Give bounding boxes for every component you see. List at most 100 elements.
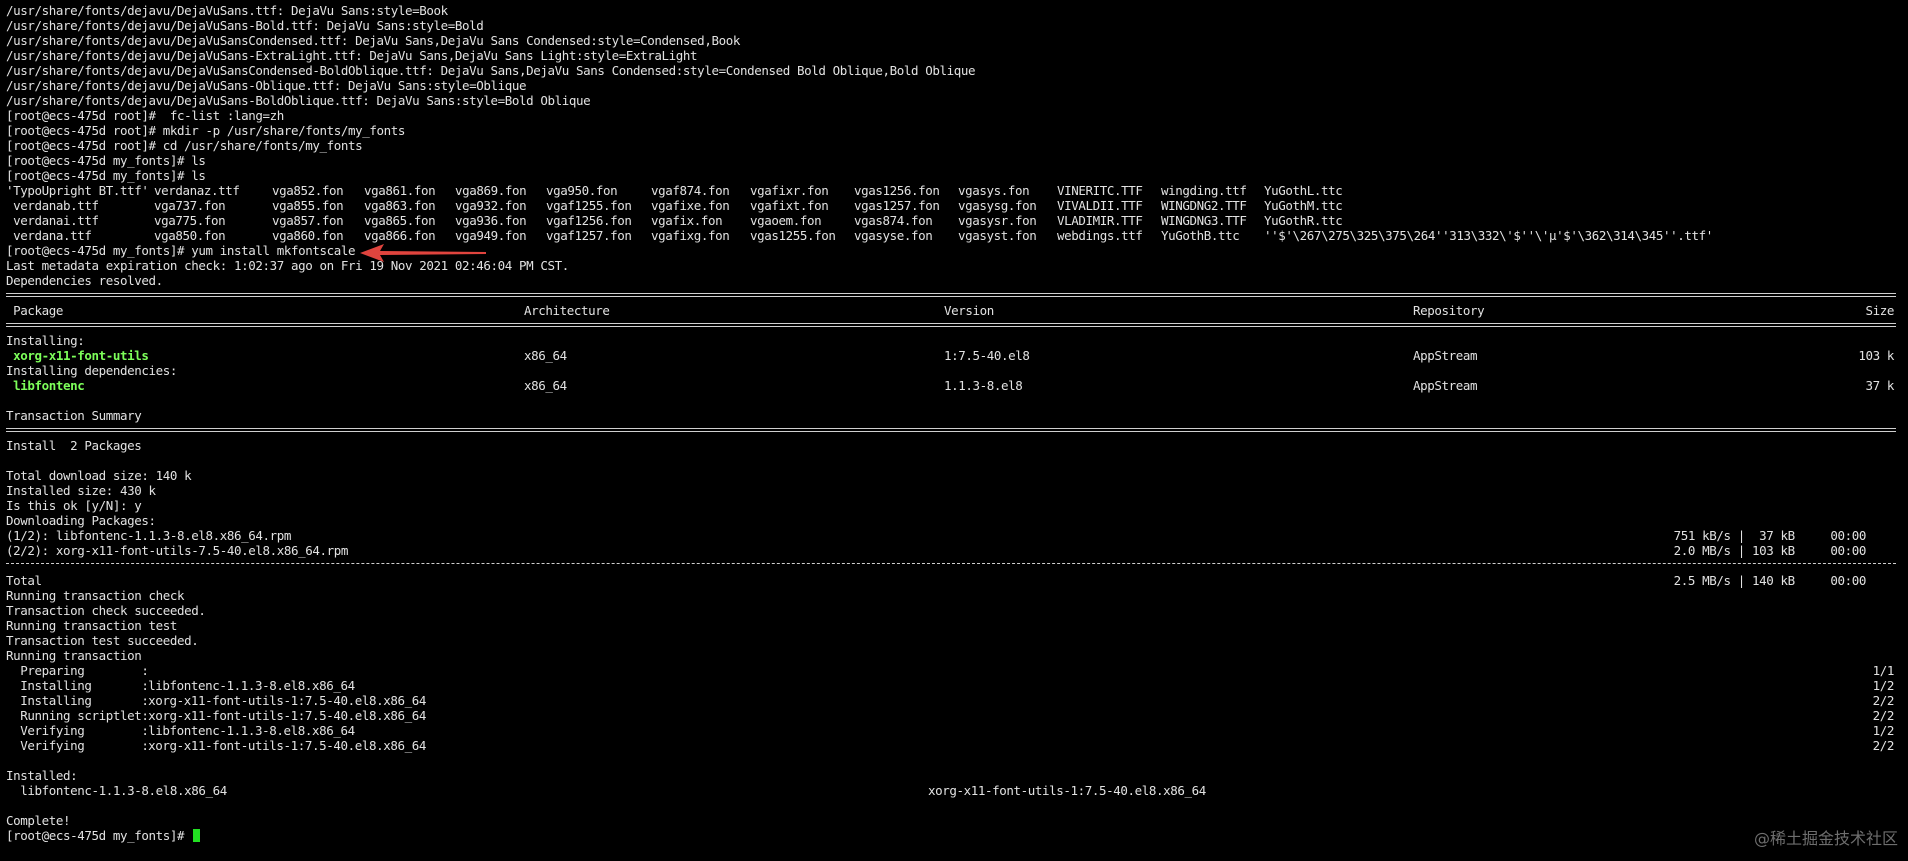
package-arch: x86_64 [524,378,567,393]
ls-file: vga860.fon [272,228,344,243]
transaction-line: Transaction test succeeded. [6,633,199,648]
ls-output: 'TypoUpright BT.ttf' verdanaz.ttf vga852.f… [6,183,1902,243]
ls-file: vga949.fon [455,228,527,243]
installed-row: libfontenc-1.1.3-8.el8.x86_64 xorg-x11-f… [6,783,1902,798]
step-count: 2/2 [1872,708,1895,723]
transaction-steps: Preparing : 1/1 Installing : libfontenc-1… [6,663,1902,753]
step-label: Verifying : [6,723,149,738]
ls-file: vgas1255.fon [750,228,836,243]
package-name: xorg-x11-font-utils [6,348,149,363]
ls-file: vga857.fon [272,213,344,228]
transaction-step: Installing : xorg-x11-font-utils-1:7.5-4… [6,693,1902,708]
font-list-line: /usr/share/fonts/dejavu/DejaVuSansConden… [6,33,740,48]
ls-file: vgafixe.fon [651,198,730,213]
ls-file: vga852.fon [272,183,344,198]
transaction-line: Running transaction check [6,588,185,603]
separator [6,288,1902,303]
ls-file: vga850.fon [154,228,226,243]
ls-file: vgaf1257.fon [546,228,632,243]
ls-file: vga932.fon [455,198,527,213]
transaction-line: Running transaction [6,648,142,663]
package-name: libfontenc [6,378,85,393]
step-package: libfontenc-1.1.3-8.el8.x86_64 [141,723,355,738]
transaction-step: Preparing : 1/1 [6,663,1902,678]
package-version: 1.1.3-8.el8 [944,378,1023,393]
ls-file: WINGDNG2.TTF [1161,198,1247,213]
ls-file: vga866.fon [364,228,436,243]
final-prompt-line[interactable]: [root@ecs-475d my_fonts]# [6,828,1902,843]
font-list-line: /usr/share/fonts/dejavu/DejaVuSans-Extra… [6,48,698,63]
transaction-step: Verifying : xorg-x11-font-utils-1:7.5-40… [6,738,1902,753]
ls-file: vgaf1256.fon [546,213,632,228]
ls-file: 'TypoUpright BT.ttf' [6,183,149,198]
font-list-line: /usr/share/fonts/dejavu/DejaVuSans.ttf: … [6,3,448,18]
ls-file: vgasyst.fon [958,228,1037,243]
header-repository: Repository [1413,303,1485,318]
header-size: Size [1865,303,1894,318]
dependencies-resolved-line: Dependencies resolved. [6,273,163,288]
ls-file: ''$'\267\275\325\375\264''313\332\'$''\'… [1264,228,1713,243]
ls-file: wingding.ttf [1161,183,1247,198]
ls-file: vgasys.fon [958,183,1030,198]
ls-file: vga869.fon [455,183,527,198]
yum-command-line: [root@ecs-475d my_fonts]# yum install mk… [6,243,356,258]
step-count: 1/2 [1872,723,1895,738]
font-list-line: /usr/share/fonts/dejavu/DejaVuSansConden… [6,63,976,78]
header-version: Version [944,303,994,318]
step-label: Running scriptlet: [6,708,149,723]
package-row: libfontenc x86_64 1.1.3-8.el8 AppStream … [6,378,1902,393]
ls-file: VLADIMIR.TTF [1057,213,1143,228]
installing-deps-label: Installing dependencies: [6,363,178,378]
header-architecture: Architecture [524,303,610,318]
metadata-line: Last metadata expiration check: 1:02:37 … [6,258,569,273]
transaction-step: Verifying : libfontenc-1.1.3-8.el8.x86_6… [6,723,1902,738]
command-line: [root@ecs-475d root]# mkdir -p /usr/shar… [6,123,406,138]
ls-file: vga861.fon [364,183,436,198]
step-count: 2/2 [1872,693,1895,708]
step-package: xorg-x11-font-utils-1:7.5-40.el8.x86_64 [141,738,427,753]
separator [6,423,1902,438]
step-package: xorg-x11-font-utils-1:7.5-40.el8.x86_64 [141,708,427,723]
package-row: xorg-x11-font-utils x86_64 1:7.5-40.el8 … [6,348,1902,363]
ls-file: vga865.fon [364,213,436,228]
ls-file: vgafixt.fon [750,198,829,213]
ls-file: vga950.fon [546,183,618,198]
total-download-size: Total download size: 140 k [6,468,192,483]
ls-file: vgasysr.fon [958,213,1037,228]
ls-file: YuGothL.ttc [1264,183,1343,198]
download-row: (1/2): libfontenc-1.1.3-8.el8.x86_64.rpm… [6,528,1902,543]
complete-line: Complete! [6,813,71,828]
download-row: (2/2): xorg-x11-font-utils-7.5-40.el8.x8… [6,543,1902,558]
terminal-output[interactable]: /usr/share/fonts/dejavu/DejaVuSans.ttf: … [6,3,1902,858]
command-line: [root@ecs-475d my_fonts]# ls [6,168,206,183]
separator [6,318,1902,333]
step-package: xorg-x11-font-utils-1:7.5-40.el8.x86_64 [141,693,427,708]
package-size: 37 k [1865,378,1894,393]
command-line: [root@ecs-475d my_fonts]# ls [6,153,206,168]
step-label: Verifying : [6,738,149,753]
download-name: (1/2): libfontenc-1.1.3-8.el8.x86_64.rpm [6,528,292,543]
ls-row: 'TypoUpright BT.ttf' verdanaz.ttf vga852.f… [6,183,1902,198]
ls-file: vgaf874.fon [651,183,730,198]
total-rate: 2.5 MB/s | 140 kB 00:00 [1673,573,1867,588]
ls-file: vgas1257.fon [854,198,940,213]
step-package: libfontenc-1.1.3-8.el8.x86_64 [141,678,355,693]
ls-file: WINGDNG3.TTF [1161,213,1247,228]
ls-file: vgas1256.fon [854,183,940,198]
installed-label: Installed: [6,768,78,783]
text-cursor[interactable] [193,829,201,842]
ls-file: verdanab.ttf [6,198,99,213]
ls-file: verdanai.ttf [6,213,99,228]
download-rate: 2.0 MB/s | 103 kB 00:00 [1673,543,1867,558]
download-rate: 751 kB/s | 37 kB 00:00 [1673,528,1867,543]
command-line: [root@ecs-475d root]# fc-list :lang=zh [6,108,284,123]
ls-file: vgafixg.fon [651,228,730,243]
font-list-line: /usr/share/fonts/dejavu/DejaVuSans-Bold.… [6,18,484,33]
package-repo: AppStream [1413,348,1478,363]
package-size: 103 k [1858,348,1894,363]
ls-file: vgasysg.fon [958,198,1037,213]
